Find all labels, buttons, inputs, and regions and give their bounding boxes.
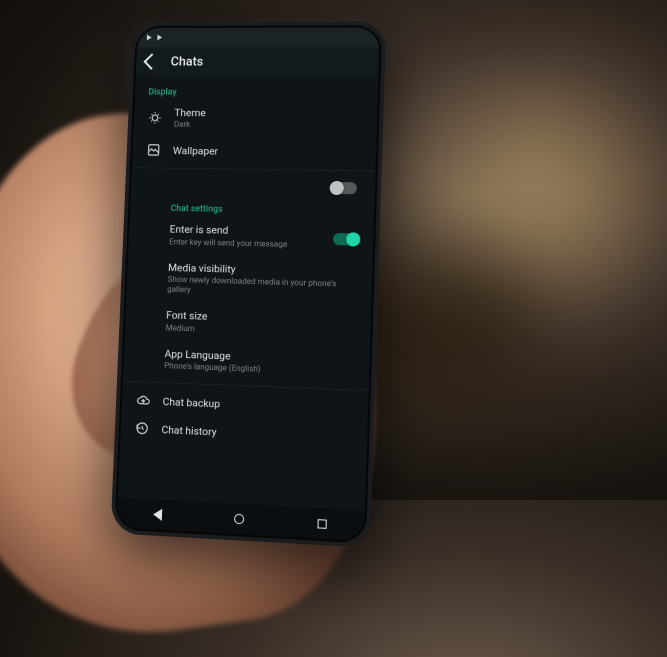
settings-list: Display Theme Dark Wallpaper	[120, 76, 378, 453]
nav-recent-button[interactable]	[318, 519, 327, 529]
chat-history-label: Chat history	[161, 423, 353, 445]
divider	[132, 168, 376, 172]
toggle-enter-is-send[interactable]	[333, 233, 360, 246]
theme-icon	[147, 111, 163, 125]
app-bar: Chats	[136, 47, 380, 77]
page-title: Chats	[170, 54, 203, 69]
nav-back-button[interactable]	[153, 508, 162, 521]
chat-backup-label: Chat backup	[162, 395, 354, 416]
section-display-label: Display	[135, 82, 379, 101]
back-arrow-icon	[144, 53, 160, 69]
wallpaper-icon	[146, 143, 162, 157]
row-app-language[interactable]: App Language Phone's language (English)	[123, 339, 370, 386]
wallpaper-label: Wallpaper	[173, 144, 363, 159]
nav-back-icon	[153, 508, 162, 521]
row-wallpaper[interactable]: Wallpaper	[132, 136, 377, 167]
media-visibility-sub: Show newly downloaded media in your phon…	[167, 275, 358, 301]
row-enter-is-send[interactable]: Enter is send Enter key will send your m…	[128, 215, 374, 258]
nav-home-button[interactable]	[234, 514, 244, 525]
theme-label: Theme	[174, 106, 363, 120]
toggle-unknown[interactable]	[331, 182, 357, 194]
row-media-visibility[interactable]: Media visibility Show newly downloaded m…	[126, 253, 373, 308]
back-button[interactable]	[146, 56, 158, 68]
status-left-icon	[147, 35, 152, 41]
nav-home-icon	[234, 514, 244, 525]
phone-frame: Chats Display Theme Dark Wallpaper	[110, 21, 386, 547]
row-theme[interactable]: Theme Dark	[133, 99, 378, 139]
row-unknown-toggle[interactable]	[131, 172, 376, 202]
enter-is-send-sub: Enter key will send your message	[169, 237, 321, 251]
nav-recent-icon	[318, 519, 327, 529]
cloud-upload-icon	[135, 393, 151, 408]
phone-screen: Chats Display Theme Dark Wallpaper	[117, 27, 380, 541]
status-bar	[137, 27, 380, 47]
android-nav-bar	[117, 497, 365, 541]
status-left-icon-2	[157, 35, 162, 41]
theme-value: Dark	[174, 120, 363, 132]
history-icon	[134, 421, 150, 436]
